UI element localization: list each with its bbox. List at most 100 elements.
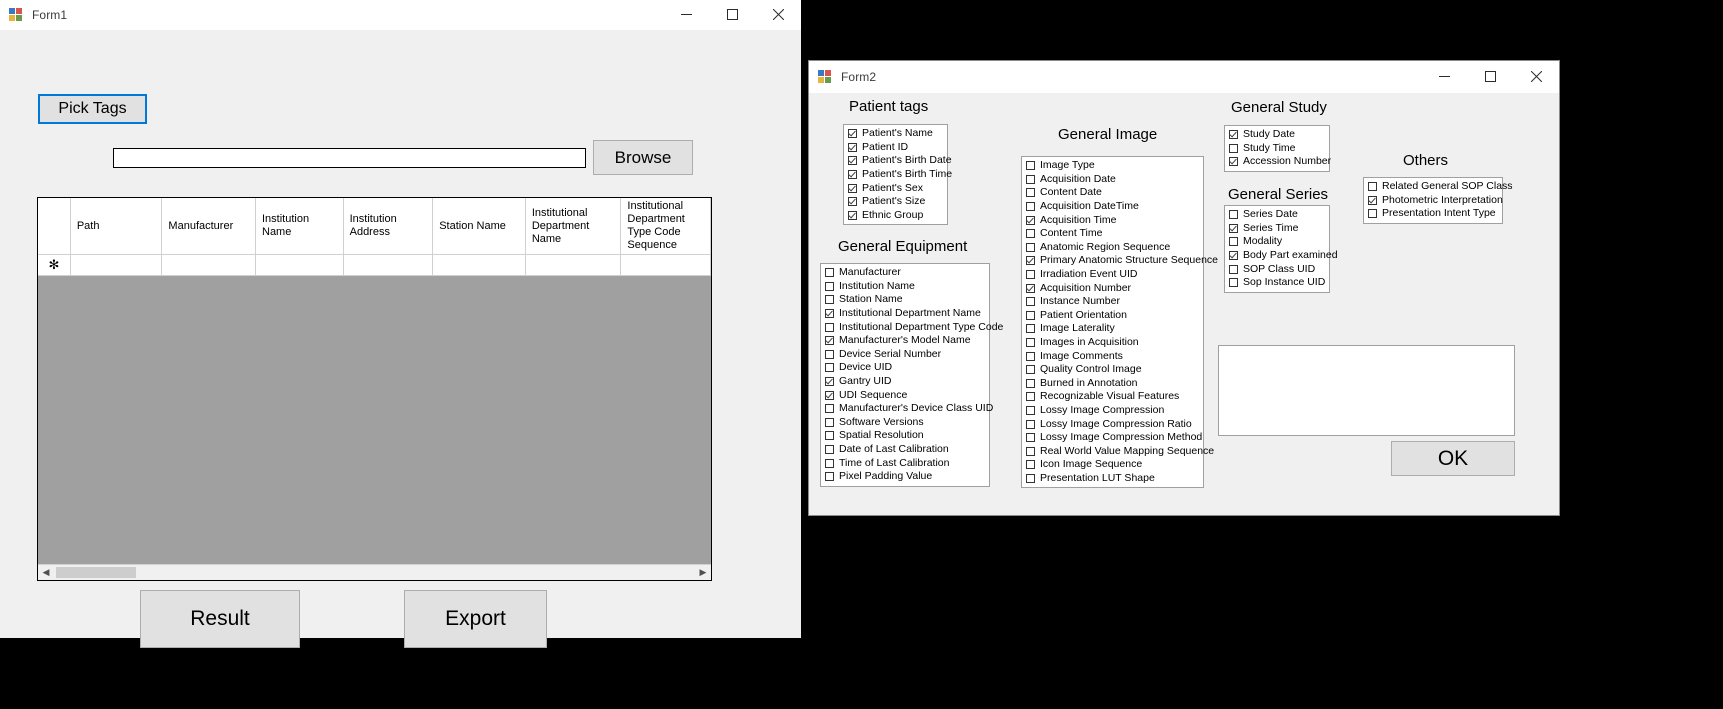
checkbox-checked-icon[interactable]: [1229, 251, 1238, 261]
checkbox-item[interactable]: Presentation Intent Type: [1366, 207, 1500, 221]
checkbox-item[interactable]: Modality: [1227, 235, 1327, 249]
checkbox-item[interactable]: Quality Control Image: [1024, 363, 1201, 377]
checkbox-unchecked-icon[interactable]: [1026, 242, 1035, 252]
checkbox-item[interactable]: Patient's Birth Date: [846, 154, 952, 168]
checkbox-checked-icon[interactable]: [848, 170, 857, 180]
checkbox-item[interactable]: Acquisition Time: [1024, 213, 1201, 227]
export-button[interactable]: Export: [404, 590, 547, 648]
checkbox-unchecked-icon[interactable]: [1026, 161, 1035, 171]
checkbox-item[interactable]: Image Type: [1024, 159, 1201, 173]
checkbox-checked-icon[interactable]: [825, 309, 834, 319]
checkbox-item[interactable]: Software Versions: [823, 416, 987, 430]
checkbox-unchecked-icon[interactable]: [1229, 278, 1238, 288]
scroll-track[interactable]: [54, 565, 695, 580]
checkbox-item[interactable]: Image Laterality: [1024, 322, 1201, 336]
checkbox-item[interactable]: Study Date: [1227, 128, 1327, 142]
checkbox-item[interactable]: Date of Last Calibration: [823, 443, 987, 457]
checkbox-checked-icon[interactable]: [848, 156, 857, 166]
checkbox-item[interactable]: Spatial Resolution: [823, 429, 987, 443]
checkbox-unchecked-icon[interactable]: [1229, 210, 1238, 220]
checkbox-unchecked-icon[interactable]: [1026, 174, 1035, 184]
close-icon[interactable]: [755, 0, 801, 30]
checkbox-checked-icon[interactable]: [1026, 215, 1035, 225]
scroll-right-icon[interactable]: ▶: [695, 565, 711, 580]
scroll-left-icon[interactable]: ◀: [38, 565, 54, 580]
grid-cell[interactable]: [621, 255, 711, 275]
checkbox-unchecked-icon[interactable]: [1026, 229, 1035, 239]
checkbox-item[interactable]: Institutional Department Name: [823, 307, 987, 321]
tags-data-grid[interactable]: Path Manufacturer Institution Name Institut…: [37, 197, 712, 581]
checkbox-item[interactable]: Presentation LUT Shape: [1024, 472, 1201, 486]
checkbox-checked-icon[interactable]: [848, 183, 857, 193]
grid-cell[interactable]: [162, 255, 257, 275]
others-checklist[interactable]: Related General SOP Class Photometric Int…: [1363, 177, 1513, 224]
grid-column-header[interactable]: Station Name: [433, 198, 526, 254]
checkbox-item[interactable]: Patient Orientation: [1024, 309, 1201, 323]
checkbox-item[interactable]: Images in Acquisition: [1024, 336, 1201, 350]
grid-cell[interactable]: [256, 255, 344, 275]
grid-column-header[interactable]: Path: [70, 198, 163, 254]
checkbox-item[interactable]: Content Date: [1024, 186, 1201, 200]
checkbox-unchecked-icon[interactable]: [825, 458, 834, 468]
checkbox-item[interactable]: Irradiation Event UID: [1024, 268, 1201, 282]
checkbox-item[interactable]: Sop Instance UID: [1227, 276, 1327, 290]
patient-tags-checklist[interactable]: Patient's Name Patient ID Patient's Birth …: [843, 124, 952, 226]
minimize-icon[interactable]: [663, 0, 709, 30]
grid-cell[interactable]: [70, 255, 163, 275]
checkbox-unchecked-icon[interactable]: [1026, 365, 1035, 375]
grid-cell[interactable]: [433, 255, 526, 275]
checkbox-item[interactable]: Body Part examined: [1227, 249, 1338, 263]
checkbox-checked-icon[interactable]: [825, 336, 834, 346]
checkbox-unchecked-icon[interactable]: [1026, 188, 1035, 198]
checkbox-unchecked-icon[interactable]: [1026, 270, 1035, 280]
pick-tags-button[interactable]: Pick Tags: [38, 94, 147, 124]
checkbox-item[interactable]: Acquisition Date: [1024, 173, 1201, 187]
checkbox-item[interactable]: Related General SOP Class: [1366, 180, 1513, 194]
checkbox-item[interactable]: Photometric Interpretation: [1366, 194, 1503, 208]
grid-horizontal-scrollbar[interactable]: ◀ ▶: [38, 564, 711, 580]
grid-new-row[interactable]: ✻: [38, 255, 711, 276]
checkbox-unchecked-icon[interactable]: [1026, 351, 1035, 361]
general-image-checklist[interactable]: Image Type Acquisition Date Content Date Ac…: [1021, 156, 1218, 489]
checkbox-checked-icon[interactable]: [848, 142, 857, 152]
checkbox-checked-icon[interactable]: [1026, 283, 1035, 293]
checkbox-item[interactable]: Burned in Annotation: [1024, 377, 1201, 391]
checkbox-item[interactable]: Study Time: [1227, 142, 1327, 156]
maximize-icon[interactable]: [1467, 62, 1513, 92]
checkbox-unchecked-icon[interactable]: [825, 404, 834, 414]
checkbox-item[interactable]: Patient ID: [846, 141, 945, 155]
checkbox-unchecked-icon[interactable]: [1026, 378, 1035, 388]
general-equipment-checklist[interactable]: Manufacturer Institution Name Station Name…: [820, 263, 1003, 487]
minimize-icon[interactable]: [1421, 62, 1467, 92]
path-input[interactable]: [113, 148, 586, 168]
form1-titlebar[interactable]: Form1: [0, 0, 801, 30]
checkbox-item[interactable]: Instance Number: [1024, 295, 1201, 309]
checkbox-item[interactable]: Patient's Size: [846, 195, 945, 209]
checkbox-item[interactable]: SOP Class UID: [1227, 262, 1327, 276]
checkbox-checked-icon[interactable]: [1368, 195, 1377, 205]
checkbox-unchecked-icon[interactable]: [1229, 237, 1238, 247]
checkbox-unchecked-icon[interactable]: [1368, 182, 1377, 192]
checkbox-checked-icon[interactable]: [1229, 157, 1238, 167]
checkbox-unchecked-icon[interactable]: [1026, 324, 1035, 334]
checkbox-item[interactable]: Accession Number: [1227, 155, 1331, 169]
checkbox-unchecked-icon[interactable]: [1229, 264, 1238, 274]
checkbox-unchecked-icon[interactable]: [825, 417, 834, 427]
result-button[interactable]: Result: [140, 590, 300, 648]
checkbox-item[interactable]: Icon Image Sequence: [1024, 458, 1201, 472]
checkbox-item[interactable]: Device Serial Number: [823, 348, 987, 362]
checkbox-unchecked-icon[interactable]: [1026, 419, 1035, 429]
checkbox-item[interactable]: Series Date: [1227, 208, 1327, 222]
checkbox-item[interactable]: Patient's Name: [846, 127, 945, 141]
checkbox-item[interactable]: Manufacturer's Model Name: [823, 334, 987, 348]
checkbox-unchecked-icon[interactable]: [1026, 338, 1035, 348]
checkbox-unchecked-icon[interactable]: [1026, 392, 1035, 402]
checkbox-unchecked-icon[interactable]: [825, 322, 834, 332]
browse-button[interactable]: Browse: [593, 140, 693, 175]
checkbox-item[interactable]: Lossy Image Compression: [1024, 404, 1201, 418]
checkbox-unchecked-icon[interactable]: [1026, 433, 1035, 443]
notes-textbox[interactable]: [1218, 345, 1515, 436]
checkbox-item[interactable]: Patient's Birth Time: [846, 168, 952, 182]
checkbox-item[interactable]: UDI Sequence: [823, 388, 987, 402]
checkbox-checked-icon[interactable]: [848, 129, 857, 139]
